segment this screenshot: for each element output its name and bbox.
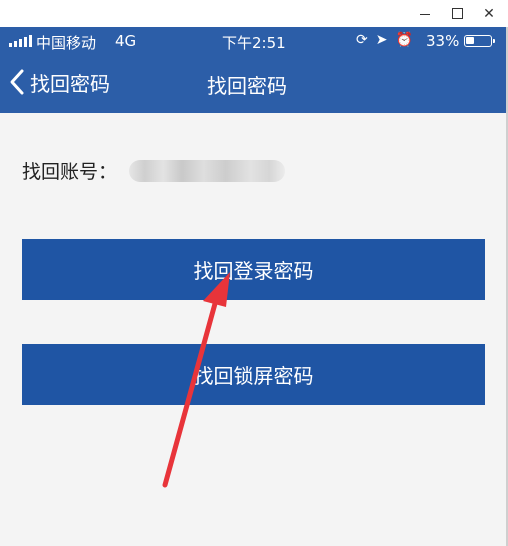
chevron-left-icon (10, 69, 24, 95)
status-bar: 中国移动 4G 下午2:51 ⟳ ➤ ⏰ 33% (0, 27, 506, 55)
minimize-button[interactable] (410, 0, 440, 27)
battery-percent: 33% (426, 32, 460, 50)
recover-lock-password-button[interactable]: 找回锁屏密码 (22, 344, 485, 405)
window-title-bar: ✕ (0, 0, 508, 28)
maximize-button[interactable] (442, 0, 472, 27)
close-button[interactable]: ✕ (474, 0, 504, 27)
recover-login-password-button[interactable]: 找回登录密码 (22, 239, 485, 300)
back-label: 找回密码 (30, 71, 110, 96)
app-header: 中国移动 4G 下午2:51 ⟳ ➤ ⏰ 33% 找回密码 找回密码 (0, 27, 506, 113)
account-row: 找回账号： (22, 157, 286, 184)
page-title: 找回密码 (207, 74, 287, 98)
account-value-masked (129, 159, 286, 182)
status-time: 下午2:51 (222, 34, 286, 52)
orientation-lock-icon: ⟳ (356, 32, 368, 48)
close-icon: ✕ (483, 5, 495, 22)
maximize-icon (451, 8, 463, 19)
status-icons: ⟳ ➤ ⏰ (356, 32, 413, 48)
location-icon: ➤ (375, 32, 388, 48)
account-label: 找回账号： (22, 161, 118, 183)
alarm-icon: ⏰ (395, 32, 413, 48)
signal-strength-icon (9, 35, 32, 47)
network-type: 4G (115, 32, 137, 50)
minimize-icon (420, 13, 430, 16)
battery-icon (464, 35, 495, 47)
back-button[interactable]: 找回密码 (8, 65, 110, 99)
carrier-name: 中国移动 (36, 34, 97, 52)
